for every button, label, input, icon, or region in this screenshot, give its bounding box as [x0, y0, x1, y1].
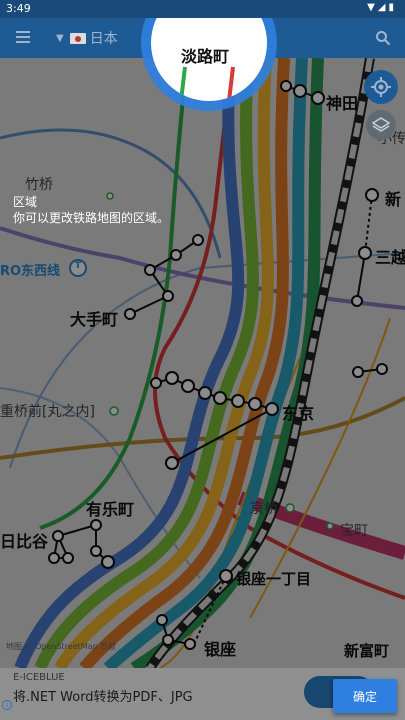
station-awajicho[interactable]: 淡路町 — [181, 43, 229, 67]
status-bar: 3:49 ▼◢▮ — [0, 0, 405, 18]
wifi-icon: ▼ — [367, 2, 378, 13]
hint-description: 你可以更改铁路地图的区域。 — [13, 211, 170, 225]
region-dropdown[interactable]: ▼ 日本 — [56, 27, 118, 49]
status-icons: ▼◢▮ — [367, 2, 397, 13]
crosshair-icon — [371, 77, 391, 97]
ad-text[interactable]: 将.NET Word转换为PDF、JPG — [13, 686, 193, 705]
confirm-button[interactable]: 确定 — [333, 679, 397, 713]
status-time: 3:49 — [6, 2, 31, 15]
chevron-down-icon: ▼ — [56, 32, 64, 44]
region-label: 日本 — [89, 31, 118, 47]
japan-flag-icon — [69, 32, 86, 44]
battery-icon: ▮ — [388, 2, 397, 13]
locate-button[interactable] — [364, 70, 398, 104]
hint-title: 区域 — [13, 195, 38, 209]
layers-icon — [371, 117, 391, 132]
layers-button[interactable] — [366, 110, 396, 140]
search-icon[interactable] — [375, 30, 391, 46]
railway-map[interactable]: 神田 小传 竹桥 新 三越 RO东西线 T 大手町 重桥前[丸之内] 东京 有乐… — [0, 58, 405, 668]
ad-source: E-ICEBLUE — [13, 672, 65, 683]
ad-info-icon[interactable]: i — [2, 700, 12, 710]
menu-icon[interactable] — [16, 31, 30, 43]
signal-icon: ◢ — [377, 2, 389, 13]
tutorial-overlay — [0, 58, 405, 668]
map-attribution: 地图 © OpenStreetMap 贡献 — [6, 642, 117, 651]
